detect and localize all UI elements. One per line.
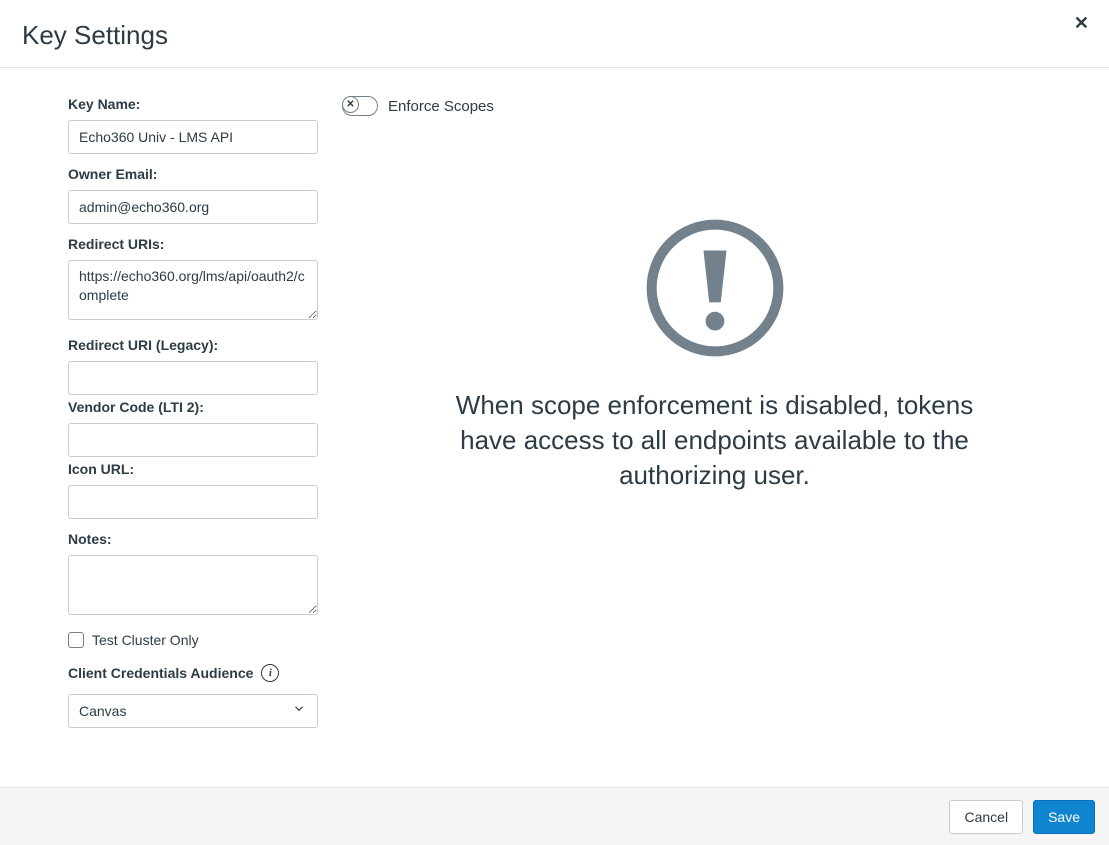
redirect-uri-legacy-group: Redirect URI (Legacy):: [68, 337, 318, 395]
key-name-input[interactable]: [68, 120, 318, 154]
redirect-uri-legacy-label: Redirect URI (Legacy):: [68, 337, 318, 353]
cancel-button[interactable]: Cancel: [949, 800, 1023, 834]
close-button[interactable]: ✕: [1074, 14, 1089, 32]
page-title: Key Settings: [22, 20, 168, 51]
scopes-column: ✕ Enforce Scopes When scope enforcement …: [342, 96, 1087, 783]
enforce-scopes-label: Enforce Scopes: [388, 98, 494, 115]
key-name-label: Key Name:: [68, 96, 318, 112]
redirect-uris-input[interactable]: https://echo360.org/lms/api/oauth2/compl…: [68, 260, 318, 320]
key-name-group: Key Name:: [68, 96, 318, 154]
client-credentials-label: Client Credentials Audience: [68, 665, 253, 681]
scopes-warning-text: When scope enforcement is disabled, toke…: [435, 388, 995, 493]
modal-header: Key Settings ✕: [0, 0, 1109, 68]
enforce-scopes-toggle[interactable]: ✕: [342, 96, 378, 116]
vendor-code-label: Vendor Code (LTI 2):: [68, 399, 318, 415]
icon-url-input[interactable]: [68, 485, 318, 519]
warning-icon-wrap: [342, 216, 1087, 360]
test-cluster-label: Test Cluster Only: [92, 632, 199, 648]
client-credentials-label-row: Client Credentials Audience i: [68, 664, 318, 682]
redirect-uri-legacy-input[interactable]: [68, 361, 318, 395]
info-icon[interactable]: i: [261, 664, 279, 682]
modal-footer: Cancel Save: [0, 787, 1109, 845]
exclamation-circle-icon: [643, 216, 787, 360]
modal-content: Key Name: Owner Email: Redirect URIs: ht…: [0, 68, 1109, 783]
vendor-code-input[interactable]: [68, 423, 318, 457]
notes-label: Notes:: [68, 531, 318, 547]
test-cluster-checkbox[interactable]: [68, 632, 84, 648]
redirect-uris-label: Redirect URIs:: [68, 236, 318, 252]
toggle-knob-off-icon: ✕: [342, 96, 359, 113]
owner-email-group: Owner Email:: [68, 166, 318, 224]
enforce-scopes-row: ✕ Enforce Scopes: [342, 96, 1087, 116]
vendor-code-group: Vendor Code (LTI 2):: [68, 399, 318, 457]
redirect-uris-group: Redirect URIs: https://echo360.org/lms/a…: [68, 236, 318, 325]
icon-url-label: Icon URL:: [68, 461, 318, 477]
notes-input[interactable]: [68, 555, 318, 615]
notes-group: Notes:: [68, 531, 318, 620]
scopes-warning-area: When scope enforcement is disabled, toke…: [342, 116, 1087, 493]
save-button[interactable]: Save: [1033, 800, 1095, 834]
close-icon: ✕: [1074, 13, 1089, 33]
owner-email-label: Owner Email:: [68, 166, 318, 182]
icon-url-group: Icon URL:: [68, 461, 318, 519]
test-cluster-row: Test Cluster Only: [68, 632, 318, 648]
owner-email-input[interactable]: [68, 190, 318, 224]
client-credentials-select[interactable]: Canvas: [68, 694, 318, 728]
client-credentials-select-wrapper: Canvas: [68, 694, 318, 728]
client-credentials-group: Client Credentials Audience i Canvas: [68, 664, 318, 728]
form-column: Key Name: Owner Email: Redirect URIs: ht…: [68, 96, 318, 783]
